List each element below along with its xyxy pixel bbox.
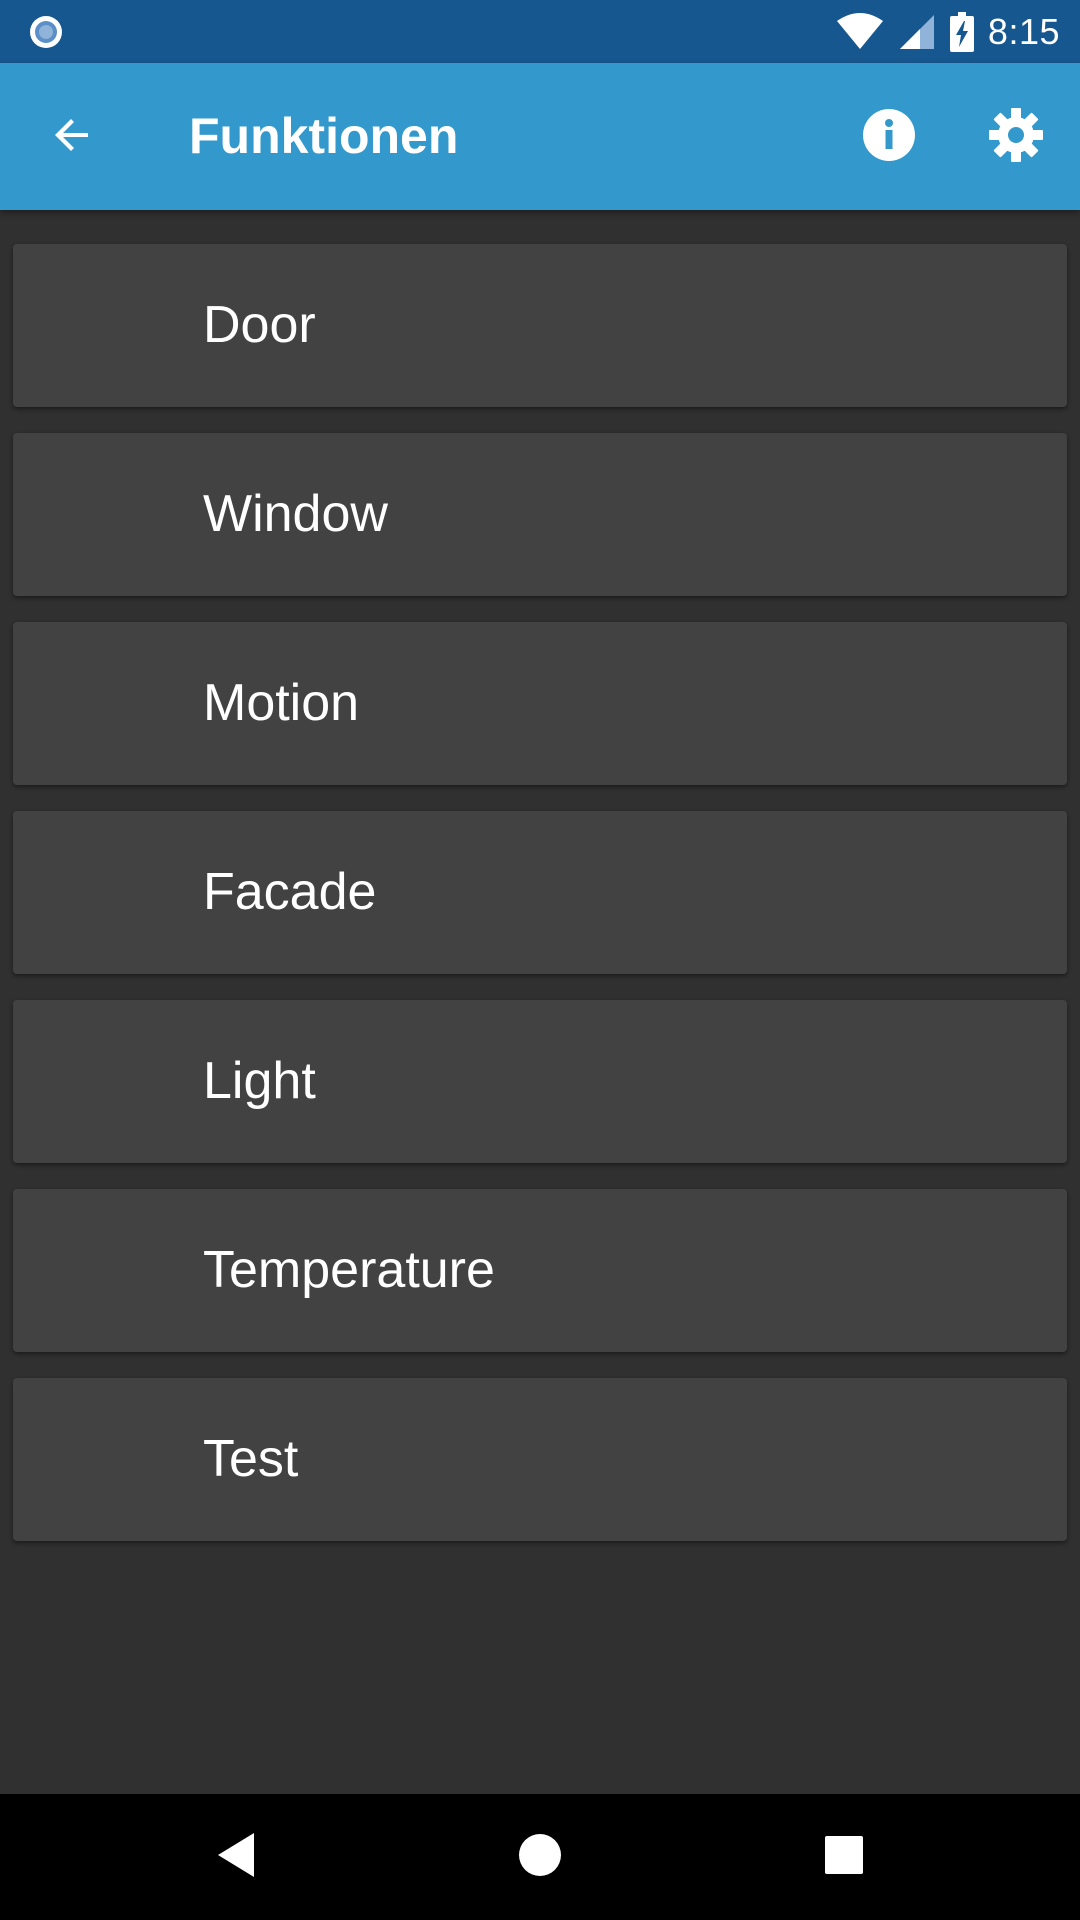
list-item-temperature[interactable]: Temperature [13, 1189, 1067, 1352]
gear-icon [988, 107, 1044, 168]
list-item-window[interactable]: Window [13, 433, 1067, 596]
battery-charging-icon [949, 11, 974, 52]
arrow-back-icon [48, 111, 96, 164]
nav-back-button[interactable] [196, 1817, 276, 1897]
list-item-label: Door [203, 296, 316, 354]
list-item-label: Temperature [203, 1241, 495, 1299]
notification-icon [27, 13, 65, 51]
back-button[interactable] [36, 101, 108, 173]
navigation-bar [0, 1794, 1080, 1920]
page-title: Funktionen [189, 108, 459, 164]
nav-home-icon [518, 1833, 562, 1882]
wifi-icon [836, 12, 884, 51]
nav-recents-button[interactable] [804, 1817, 884, 1897]
list-item-door[interactable]: Door [13, 244, 1067, 407]
list-item-label: Test [203, 1430, 299, 1488]
signal-icon [898, 13, 936, 51]
nav-back-icon [214, 1831, 258, 1884]
list-item-light[interactable]: Light [13, 1000, 1067, 1163]
app-bar: Funktionen [0, 63, 1080, 210]
nav-home-button[interactable] [500, 1817, 580, 1897]
list-item-label: Window [203, 485, 388, 543]
info-button[interactable] [853, 101, 925, 173]
list-item-test[interactable]: Test [13, 1378, 1067, 1541]
status-bar: 8:15 [0, 0, 1080, 63]
settings-button[interactable] [980, 101, 1052, 173]
nav-recents-icon [824, 1835, 864, 1880]
list-item-facade[interactable]: Facade [13, 811, 1067, 974]
list-item-label: Motion [203, 674, 360, 732]
status-time: 8:15 [987, 10, 1060, 52]
list-item-label: Facade [203, 863, 377, 921]
screen: 8:15 Funktionen Door Window Motion Facad… [0, 0, 1080, 1920]
list-item-motion[interactable]: Motion [13, 622, 1067, 785]
info-icon [862, 108, 916, 167]
functions-list: Door Window Motion Facade Light Temperat… [13, 244, 1067, 1567]
status-icons: 8:15 [836, 0, 1060, 63]
list-item-label: Light [203, 1052, 316, 1110]
